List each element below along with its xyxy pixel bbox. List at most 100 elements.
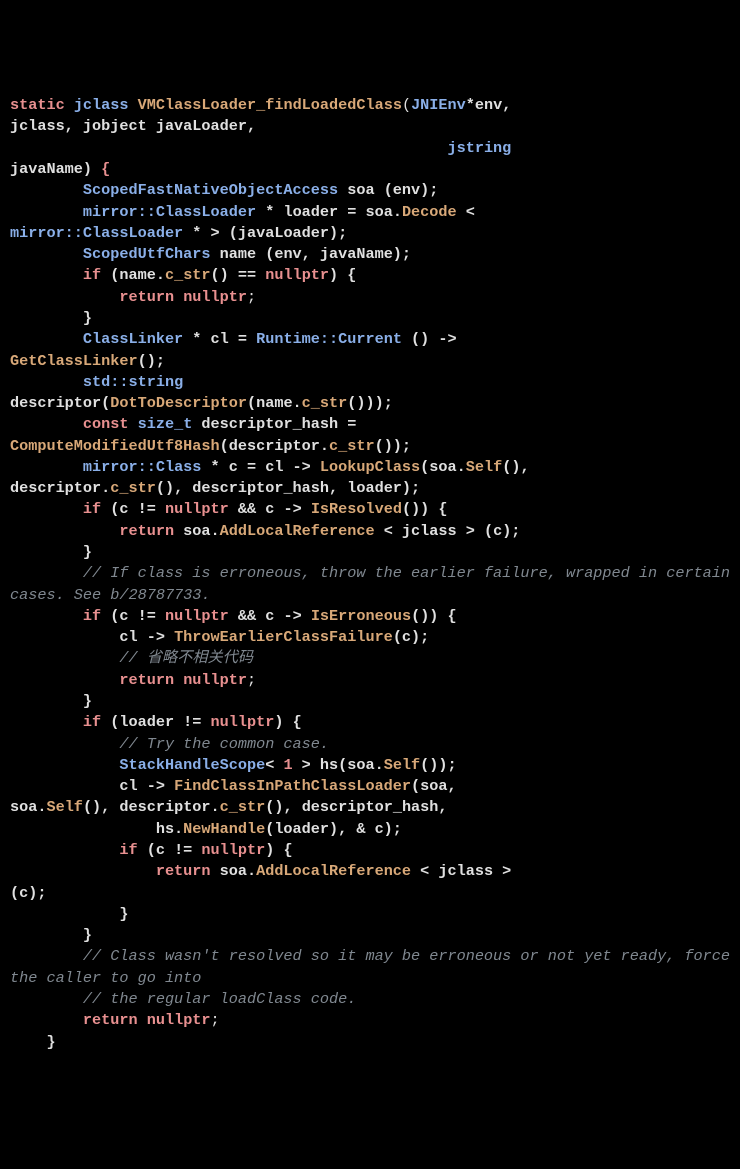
brace-close: } xyxy=(46,1033,55,1051)
call-newhandle: NewHandle xyxy=(183,820,265,838)
text: > hs(soa. xyxy=(293,756,384,774)
call-cstr: c_str xyxy=(220,798,266,816)
text: < jclass > xyxy=(411,862,511,880)
text: ) { xyxy=(265,841,292,859)
keyword-nullptr: nullptr xyxy=(183,288,247,306)
keyword-nullptr: nullptr xyxy=(201,841,265,859)
literal-one: 1 xyxy=(283,756,292,774)
brace-close: } xyxy=(83,926,92,944)
ns-std: std:: xyxy=(83,373,129,391)
text: (), descriptor_hash, loader); xyxy=(156,479,420,497)
keyword-nullptr: nullptr xyxy=(147,1011,211,1029)
call-runtime: Runtime::Current xyxy=(256,330,402,348)
text: ; xyxy=(247,671,256,689)
param-env: *env, xyxy=(466,96,512,114)
text: (name. xyxy=(101,266,165,284)
ns-mirror: mirror:: xyxy=(83,203,156,221)
text: < xyxy=(457,203,475,221)
keyword-return: return xyxy=(156,862,211,880)
text: ; xyxy=(247,288,256,306)
var-soa: soa (env); xyxy=(338,181,438,199)
call-self: Self xyxy=(384,756,420,774)
type-class: Class xyxy=(156,458,202,476)
text: (c != xyxy=(101,607,165,625)
brace-close: } xyxy=(119,905,128,923)
ns-mirror: mirror:: xyxy=(83,458,156,476)
text: descriptor( xyxy=(10,394,110,412)
text: (c != xyxy=(101,500,165,518)
brace-close: } xyxy=(83,543,92,561)
call-computehash: ComputeModifiedUtf8Hash xyxy=(10,437,220,455)
type-scopedfast: ScopedFastNativeObjectAccess xyxy=(83,181,338,199)
comment-chinese: // 省略不相关代码 xyxy=(119,649,253,667)
text: (soa, xyxy=(411,777,457,795)
text: ) { xyxy=(274,713,301,731)
comment-regular: // the regular loadClass code. xyxy=(83,990,356,1008)
keyword-nullptr: nullptr xyxy=(165,500,229,518)
param-javaname: javaName) xyxy=(10,160,92,178)
text: soa. xyxy=(174,522,220,540)
keyword-if: if xyxy=(83,500,101,518)
keyword-return: return xyxy=(119,671,174,689)
keyword-return: return xyxy=(119,522,174,540)
text: (); xyxy=(138,352,165,370)
text: () == xyxy=(211,266,266,284)
keyword-nullptr: nullptr xyxy=(165,607,229,625)
keyword-nullptr: nullptr xyxy=(211,713,275,731)
keyword-if: if xyxy=(119,841,137,859)
text: < xyxy=(265,756,283,774)
code-block: static jclass VMClassLoader_findLoadedCl… xyxy=(10,95,730,1053)
call-throwearlier: ThrowEarlierClassFailure xyxy=(174,628,393,646)
text: ()); xyxy=(420,756,456,774)
text: (c); xyxy=(10,884,46,902)
text: (), xyxy=(502,458,529,476)
text: hs. xyxy=(156,820,183,838)
call-self: Self xyxy=(466,458,502,476)
keyword-if: if xyxy=(83,607,101,625)
text: descriptor_hash = xyxy=(192,415,356,433)
text: (soa. xyxy=(420,458,466,476)
text: ()) { xyxy=(411,607,457,625)
type-jstring: jstring xyxy=(447,139,511,157)
text: * c = cl -> xyxy=(201,458,319,476)
brace-close: } xyxy=(83,309,92,327)
keyword-return: return xyxy=(83,1011,138,1029)
type-string: string xyxy=(129,373,184,391)
brace-close: } xyxy=(83,692,92,710)
call-findclass: FindClassInPathClassLoader xyxy=(174,777,411,795)
type-scopedutf: ScopedUtfChars xyxy=(83,245,211,263)
type-jclass: jclass xyxy=(74,96,129,114)
call-isresolved: IsResolved xyxy=(311,500,402,518)
text: cl -> xyxy=(119,777,174,795)
text: && c -> xyxy=(229,500,311,518)
comment-erroneous: // If class is erroneous, throw the earl… xyxy=(10,564,739,603)
call-getclasslinker: GetClassLinker xyxy=(10,352,138,370)
keyword-const: const xyxy=(83,415,129,433)
text: (loader), & c); xyxy=(265,820,402,838)
text: (), descriptor. xyxy=(83,798,220,816)
params-line2: jclass, jobject javaLoader, xyxy=(10,117,256,135)
text: && c -> xyxy=(229,607,311,625)
text: ())); xyxy=(347,394,393,412)
text: soa. xyxy=(10,798,46,816)
type-stackhandle: StackHandleScope xyxy=(119,756,265,774)
type-classloader: ClassLoader xyxy=(156,203,256,221)
keyword-nullptr: nullptr xyxy=(265,266,329,284)
text: (c != xyxy=(138,841,202,859)
type-classlinker: ClassLinker xyxy=(83,330,183,348)
brace-open: { xyxy=(101,160,110,178)
text: (loader != xyxy=(101,713,210,731)
call-self: Self xyxy=(46,798,82,816)
text: (c); xyxy=(393,628,429,646)
comment-notresolved: // Class wasn't resolved so it may be er… xyxy=(10,947,739,986)
type-classloader: ClassLoader xyxy=(83,224,183,242)
text: ) { xyxy=(329,266,356,284)
text: (name. xyxy=(247,394,302,412)
keyword-return: return xyxy=(119,288,174,306)
type-jnienv: JNIEnv xyxy=(411,96,466,114)
call-iserroneous: IsErroneous xyxy=(311,607,411,625)
call-lookupclass: LookupClass xyxy=(320,458,420,476)
text: * loader = soa. xyxy=(256,203,402,221)
text: ()) { xyxy=(402,500,448,518)
text: ()); xyxy=(375,437,411,455)
